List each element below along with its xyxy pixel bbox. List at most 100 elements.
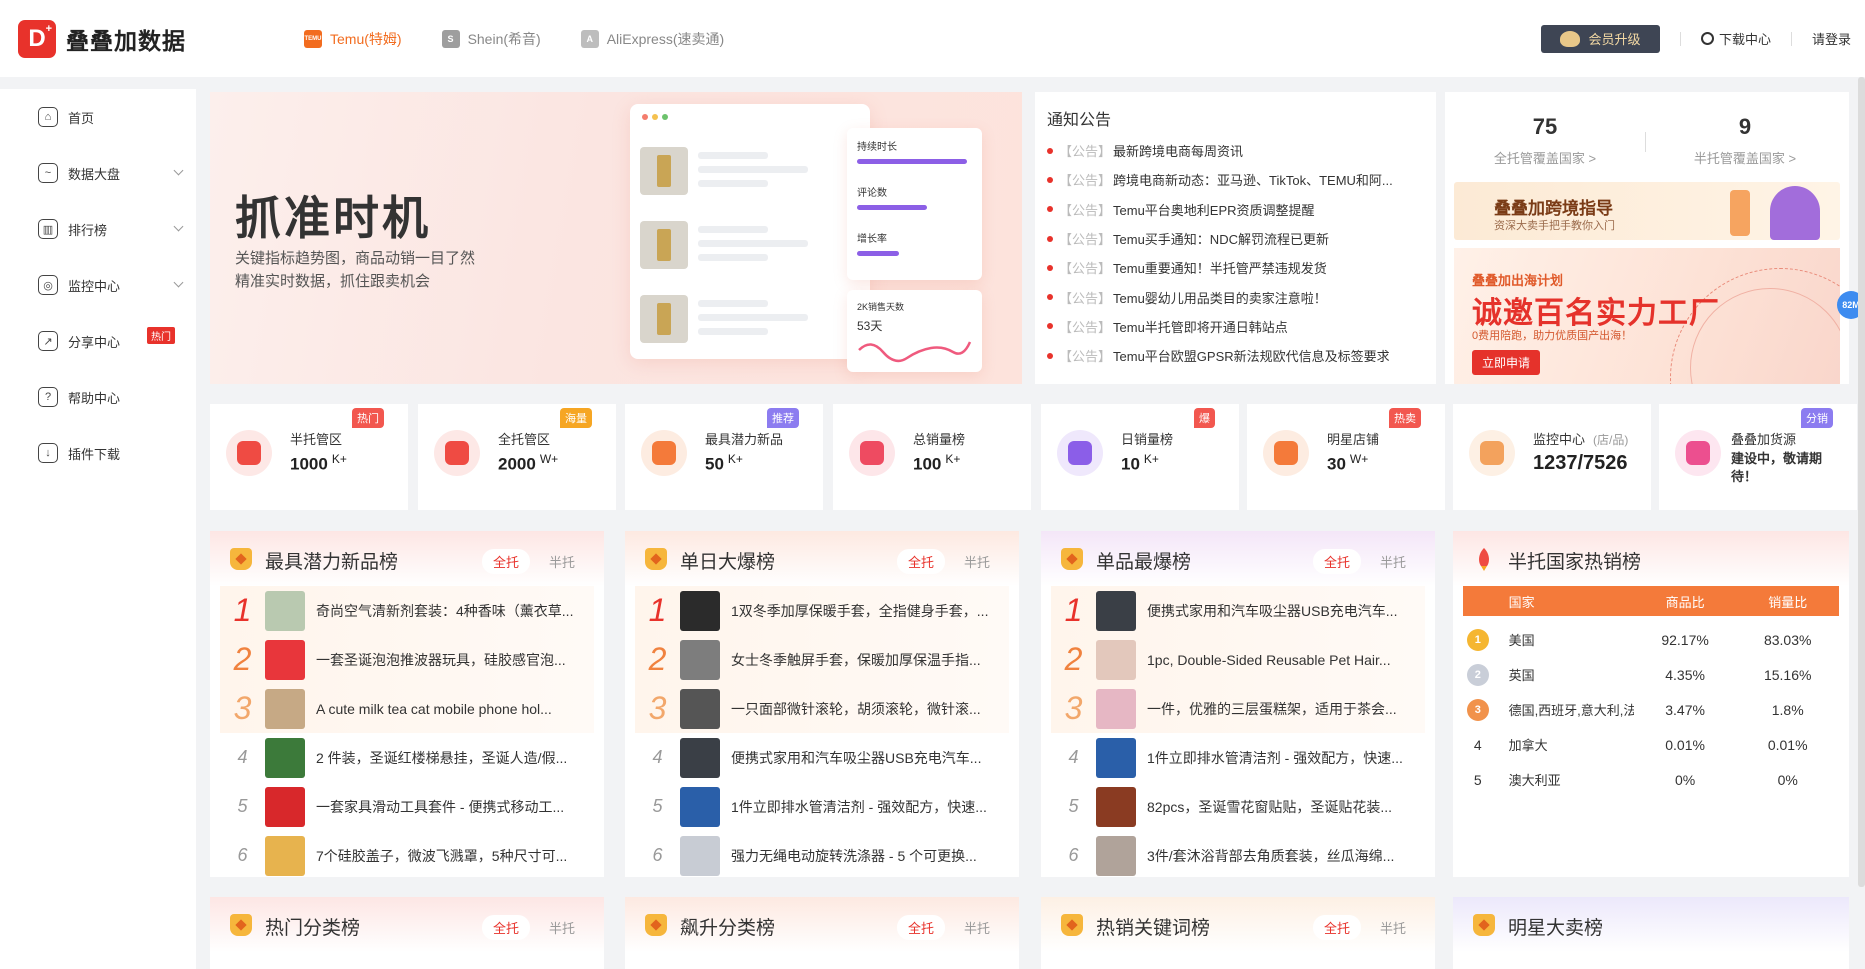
- rank-row[interactable]: 6 7个硅胶盖子，微波飞溅罩，5种尺寸可...: [220, 831, 594, 877]
- rank-number: 1: [648, 592, 667, 628]
- sidebar-item-help[interactable]: ? 帮助中心: [0, 369, 196, 425]
- vip-upgrade-button[interactable]: 会员升级: [1540, 24, 1660, 53]
- panel-header: 飙升分类榜 全托 半托: [625, 897, 1019, 952]
- full-coverage-stat[interactable]: 75 全托管覆盖国家 >: [1445, 114, 1645, 167]
- rank-row[interactable]: 4 1件立即排水管清洁剂 - 强效配方，快速...: [1051, 733, 1425, 782]
- tab-half-managed[interactable]: 半托: [538, 549, 586, 574]
- rank-row[interactable]: 2 女士冬季触屏手套，保暖加厚保温手指...: [635, 635, 1009, 684]
- rank-row[interactable]: 4 便携式家用和汽车吸尘器USB充电汽车...: [635, 733, 1009, 782]
- rank-number: 4: [237, 747, 248, 767]
- sales-ratio-cell: 0.01%: [1767, 736, 1808, 753]
- table-row[interactable]: 3 德国,西班牙,意大利,法国 3.47% 1.8%: [1463, 692, 1839, 727]
- notice-item[interactable]: 【公告】 Temu平台奥地利EPR资质调整提醒: [1047, 195, 1424, 224]
- factory-recruit-banner[interactable]: 叠叠加出海计划 诚邀百名实力工厂 0费用陪跑，助力优质国产出海！ 立即申请: [1454, 248, 1840, 384]
- sales-ratio-col-header: 销量比: [1768, 594, 1808, 610]
- sidebar-item-monitor[interactable]: ◎ 监控中心: [0, 257, 196, 313]
- stat-card-number: 2000: [498, 454, 536, 474]
- mock-line: [698, 152, 768, 159]
- metric-bar: [857, 251, 899, 256]
- notice-tag: 【公告】: [1059, 290, 1112, 306]
- stat-card-name-text: 明星店铺: [1327, 432, 1380, 447]
- sales-ratio-cell: 0%: [1777, 771, 1798, 788]
- metric-bar: [857, 205, 927, 210]
- table-row[interactable]: 1 美国 92.17% 83.03%: [1463, 622, 1839, 657]
- rank-row[interactable]: 3 一件，优雅的三层蛋糕架，适用于茶会...: [1051, 684, 1425, 733]
- sidebar-item-share[interactable]: ↗ 分享中心 热门: [0, 313, 196, 369]
- rank-row[interactable]: 1 1双冬季加厚保暖手套，全指健身手套，...: [635, 586, 1009, 635]
- login-link[interactable]: 请登录: [1812, 29, 1851, 48]
- stat-card[interactable]: 叠叠加货源 建设中，敬请期待！ 分销: [1659, 404, 1857, 510]
- page-scrollbar[interactable]: [1858, 77, 1865, 887]
- rank-row[interactable]: 3 一只面部微针滚轮，胡须滚轮，微针滚...: [635, 684, 1009, 733]
- stat-card[interactable]: 半托管区 1000 K+ 热门: [210, 404, 408, 510]
- tab-full-managed[interactable]: 全托: [481, 915, 530, 940]
- apply-now-button[interactable]: 立即申请: [1472, 350, 1541, 375]
- product-thumbnail: [680, 688, 720, 729]
- rank-cell: 4: [1463, 737, 1493, 753]
- stat-card[interactable]: 日销量榜 10 K+ 爆: [1041, 404, 1239, 510]
- brand-logo[interactable]: D + 叠叠加数据: [18, 19, 186, 58]
- rank-number: 1: [1064, 592, 1083, 628]
- rank-row[interactable]: 5 82pcs，圣诞雪花窗贴贴，圣诞贴花装...: [1051, 782, 1425, 831]
- tab-full-managed[interactable]: 全托: [1312, 549, 1361, 574]
- notice-item[interactable]: 【公告】 跨境电商新动态：亚马逊、TikTok、TEMU和阿...: [1047, 165, 1424, 194]
- crossborder-guide-banner[interactable]: 叠叠加跨境指导 资深大卖手把手教你入门: [1454, 182, 1840, 240]
- rank-row[interactable]: 2 1pc, Double-Sided Reusable Pet Hair...: [1051, 635, 1425, 684]
- category-icon: [237, 441, 261, 465]
- stat-card[interactable]: 全托管区 2000 W+ 海量: [418, 404, 616, 510]
- sidebar-item-plugin-download[interactable]: ↓ 插件下载: [0, 425, 196, 481]
- download-center-link[interactable]: 下载中心: [1700, 29, 1771, 48]
- rank-row[interactable]: 3 A cute milk tea cat mobile phone hol..…: [220, 684, 594, 733]
- rank-row[interactable]: 6 强力无绳电动旋转洗涤器 - 5 个可更换...: [635, 831, 1009, 877]
- rank-row[interactable]: 4 2 件装，圣诞红楼梯悬挂，圣诞人造/假...: [220, 733, 594, 782]
- product-thumb: [640, 147, 688, 195]
- notice-item[interactable]: 【公告】 Temu买手通知：NDC解罚流程已更新: [1047, 224, 1424, 253]
- table-row[interactable]: 4 加拿大 0.01% 0.01%: [1463, 727, 1839, 762]
- rank-cell: 5: [1463, 772, 1493, 788]
- half-coverage-stat[interactable]: 9 半托管覆盖国家 >: [1645, 114, 1845, 167]
- tab-full-managed[interactable]: 全托: [896, 915, 945, 940]
- stat-card[interactable]: 总销量榜 100 K+: [833, 404, 1031, 510]
- notice-item[interactable]: 【公告】 Temu婴幼儿用品类目的卖家注意啦！: [1047, 282, 1424, 311]
- mock-line: [698, 254, 768, 261]
- tab-temu[interactable]: TEMU Temu(特姆): [304, 29, 402, 49]
- tab-half-managed[interactable]: 半托: [953, 915, 1001, 940]
- rank-row[interactable]: 1 奇尚空气清新剂套装：4种香味（薰衣草...: [220, 586, 594, 635]
- tab-full-managed[interactable]: 全托: [1312, 915, 1361, 940]
- rank-row[interactable]: 2 一套圣诞泡泡推波器玩具，硅胶感官泡...: [220, 635, 594, 684]
- chevron-down-icon: [173, 221, 184, 232]
- metrics-card: 持续时长 评论数 增长率: [847, 128, 982, 280]
- rank-row[interactable]: 6 3件/套沐浴背部去角质套装，丝瓜海绵...: [1051, 831, 1425, 877]
- sidebar-item-home[interactable]: ⌂ 首页: [0, 89, 196, 145]
- sidebar-item-rankings[interactable]: ▥ 排行榜: [0, 201, 196, 257]
- notice-item[interactable]: 【公告】 最新跨境电商每周资讯: [1047, 136, 1424, 165]
- stat-card[interactable]: 监控中心 (店/品) 1237/7526: [1453, 404, 1651, 510]
- notice-item[interactable]: 【公告】 Temu重要通知！半托管严禁违规发货: [1047, 253, 1424, 282]
- tab-full-managed[interactable]: 全托: [481, 549, 530, 574]
- tab-full-managed[interactable]: 全托: [896, 549, 945, 574]
- notice-item[interactable]: 【公告】 Temu半托管即将开通日韩站点: [1047, 312, 1424, 341]
- stat-card[interactable]: 明星店铺 30 W+ 热卖: [1247, 404, 1445, 510]
- tab-shein[interactable]: S Shein(希音): [441, 29, 541, 49]
- rank-row[interactable]: 1 便携式家用和汽车吸尘器USB充电汽车...: [1051, 586, 1425, 635]
- notice-text: Temu平台奥地利EPR资质调整提醒: [1113, 202, 1315, 218]
- stat-card-icon: [226, 430, 272, 476]
- tab-half-managed[interactable]: 半托: [1369, 549, 1417, 574]
- table-row[interactable]: 2 英国 4.35% 15.16%: [1463, 657, 1839, 692]
- tab-aliexpress[interactable]: A AliExpress(速卖通): [580, 29, 724, 49]
- panel-header: 热门分类榜 全托 半托: [210, 897, 604, 952]
- hero-banner[interactable]: 抓准时机 关键指标趋势图，商品动销一目了然 精准实时数据，抓住跟卖机会 持续时长…: [210, 92, 1022, 384]
- shein-icon: S: [441, 29, 460, 48]
- tab-half-managed[interactable]: 半托: [1369, 915, 1417, 940]
- notice-item[interactable]: 【公告】 Temu平台欧盟GPSR新法规欧代信息及标签要求: [1047, 341, 1424, 370]
- stat-card-name: 最具潜力新品: [705, 429, 783, 448]
- rank-row[interactable]: 5 1件立即排水管清洁剂 - 强效配方，快速...: [635, 782, 1009, 831]
- rank-row[interactable]: 5 一套家具滑动工具套件 - 便携式移动工...: [220, 782, 594, 831]
- tab-half-managed[interactable]: 半托: [538, 915, 586, 940]
- tab-half-managed[interactable]: 半托: [953, 549, 1001, 574]
- table-row[interactable]: 5 澳大利亚 0% 0%: [1463, 762, 1839, 797]
- notice-tag: 【公告】: [1059, 202, 1112, 218]
- country-cell: 澳大利亚: [1508, 773, 1561, 788]
- sidebar-item-dashboard[interactable]: ~ 数据大盘: [0, 145, 196, 201]
- stat-card[interactable]: 最具潜力新品 50 K+ 推荐: [625, 404, 823, 510]
